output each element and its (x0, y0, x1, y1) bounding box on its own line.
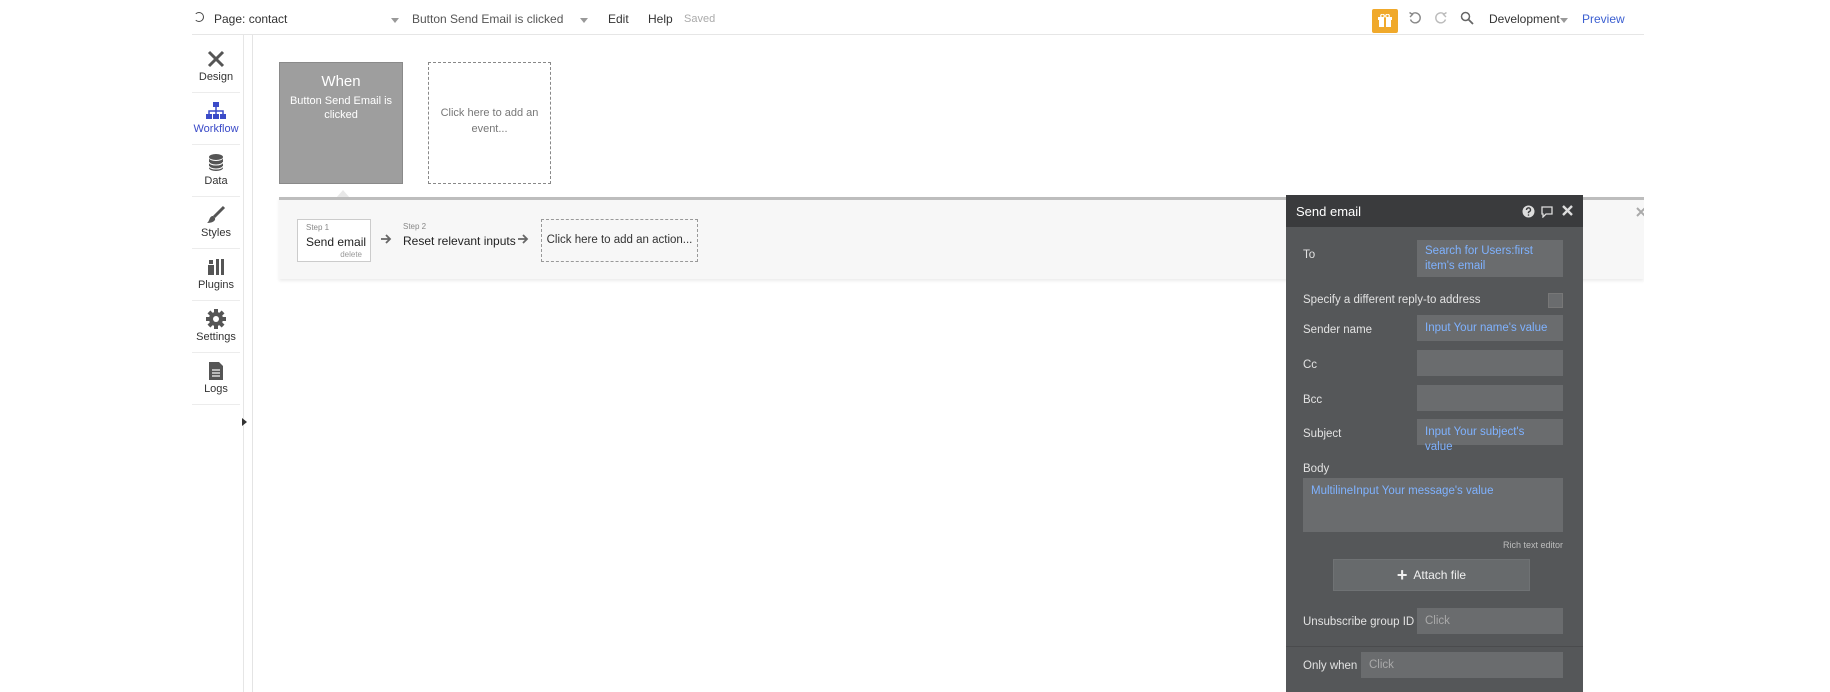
chevron-down-icon[interactable] (1560, 18, 1568, 23)
comment-icon[interactable] (1540, 205, 1554, 218)
step-card[interactable]: Step 1 Send email delete (297, 219, 371, 262)
sidebar-item-plugins[interactable]: Plugins (192, 249, 240, 301)
canvas-divider (252, 35, 253, 692)
event-card[interactable]: When Button Send Email is clicked (279, 62, 403, 184)
panel-header: Send email (1286, 195, 1583, 227)
preview-link[interactable]: Preview (1582, 0, 1625, 35)
save-status: Saved (684, 13, 716, 25)
body-field[interactable]: MultilineInput Your message's value (1303, 478, 1563, 532)
attach-file-button[interactable]: + Attach file (1333, 559, 1530, 591)
sender-name-label: Sender name (1303, 324, 1373, 336)
left-sidebar: Design Workflow Data Styles Plugins Sett… (192, 35, 247, 692)
sidebar-item-label: Settings (196, 331, 236, 343)
body-label: Body (1303, 463, 1330, 475)
step-name[interactable]: Reset relevant inputs (403, 234, 516, 248)
collapse-arrow-icon[interactable] (242, 418, 247, 426)
event-description: Button Send Email is clicked (289, 95, 393, 121)
sidebar-item-label: Plugins (197, 279, 235, 291)
close-icon[interactable] (1636, 207, 1644, 217)
event-when-label: When (321, 73, 361, 90)
rich-text-editor-link[interactable]: Rich text editor (1503, 540, 1563, 550)
sidebar-item-label: Workflow (193, 123, 239, 135)
sidebar-item-workflow[interactable]: Workflow (192, 93, 240, 145)
bcc-field[interactable] (1417, 385, 1563, 411)
panel-divider (1286, 646, 1583, 647)
help-icon[interactable] (1522, 205, 1535, 218)
database-icon (208, 154, 224, 171)
undo-icon[interactable] (1408, 11, 1422, 25)
sidebar-item-design[interactable]: Design (192, 41, 240, 93)
top-bar: Page: contact Button Send Email is click… (192, 0, 1644, 35)
edit-menu[interactable]: Edit (608, 0, 629, 35)
sidebar-item-label: Data (204, 175, 228, 187)
unsubscribe-group-field[interactable]: Click (1417, 608, 1563, 634)
to-field[interactable]: Search for Users:first item's email (1417, 240, 1563, 277)
unsubscribe-group-label: Unsubscribe group ID (1303, 616, 1415, 628)
brush-icon (207, 205, 226, 223)
send-email-panel: Send email To Search for Users:first ite… (1286, 195, 1583, 692)
attach-file-label: Attach file (1413, 568, 1467, 582)
sidebar-item-logs[interactable]: Logs (192, 353, 240, 405)
search-icon[interactable] (1460, 11, 1474, 25)
gear-icon (206, 309, 226, 329)
workflow-icon (206, 102, 226, 119)
plus-icon: + (1396, 565, 1408, 585)
delete-step-link[interactable]: delete (340, 250, 362, 259)
sidebar-item-styles[interactable]: Styles (192, 197, 240, 249)
to-label: To (1303, 249, 1316, 261)
sidebar-item-data[interactable]: Data (192, 145, 240, 197)
document-icon (209, 362, 223, 380)
reply-to-checkbox[interactable] (1548, 293, 1563, 308)
app-window: Page: contact Button Send Email is click… (192, 0, 1644, 692)
step-name: Send email (306, 235, 367, 249)
sidebar-item-label: Logs (204, 383, 228, 395)
gift-button[interactable] (1372, 9, 1398, 33)
add-action-button[interactable]: Click here to add an action... (541, 219, 698, 262)
sender-name-field[interactable]: Input Your name's value (1417, 315, 1563, 341)
subject-field[interactable]: Input Your subject's value (1417, 419, 1563, 453)
bcc-label: Bcc (1303, 394, 1323, 406)
arrow-right-icon (381, 234, 392, 244)
cc-label: Cc (1303, 359, 1318, 371)
redo-icon[interactable] (1434, 11, 1448, 25)
close-icon[interactable] (1562, 205, 1573, 216)
help-menu[interactable]: Help (648, 0, 673, 35)
event-selector[interactable]: Button Send Email is clicked (412, 0, 563, 35)
only-when-field[interactable]: Click (1361, 652, 1563, 678)
reply-to-label: Specify a different reply-to address (1303, 294, 1481, 306)
cc-field[interactable] (1417, 350, 1563, 376)
plugin-icon (208, 259, 224, 275)
sidebar-item-label: Design (198, 71, 234, 83)
sidebar-item-settings[interactable]: Settings (192, 301, 240, 353)
only-when-label: Only when (1303, 660, 1358, 672)
step-number: Step 1 (306, 223, 330, 232)
arrow-right-icon (518, 234, 529, 244)
panel-title: Send email (1296, 204, 1362, 219)
gift-icon (1378, 14, 1392, 27)
refresh-icon[interactable] (194, 12, 204, 22)
chevron-down-icon[interactable] (580, 18, 588, 23)
page-selector[interactable]: Page: contact (214, 0, 287, 35)
sidebar-item-label: Styles (201, 227, 231, 239)
design-icon (207, 50, 225, 68)
step-number: Step 2 (403, 222, 427, 231)
chevron-down-icon[interactable] (391, 18, 399, 23)
environment-selector[interactable]: Development (1489, 0, 1560, 35)
subject-label: Subject (1303, 428, 1342, 440)
add-event-button[interactable]: Click here to add an event... (428, 62, 551, 184)
